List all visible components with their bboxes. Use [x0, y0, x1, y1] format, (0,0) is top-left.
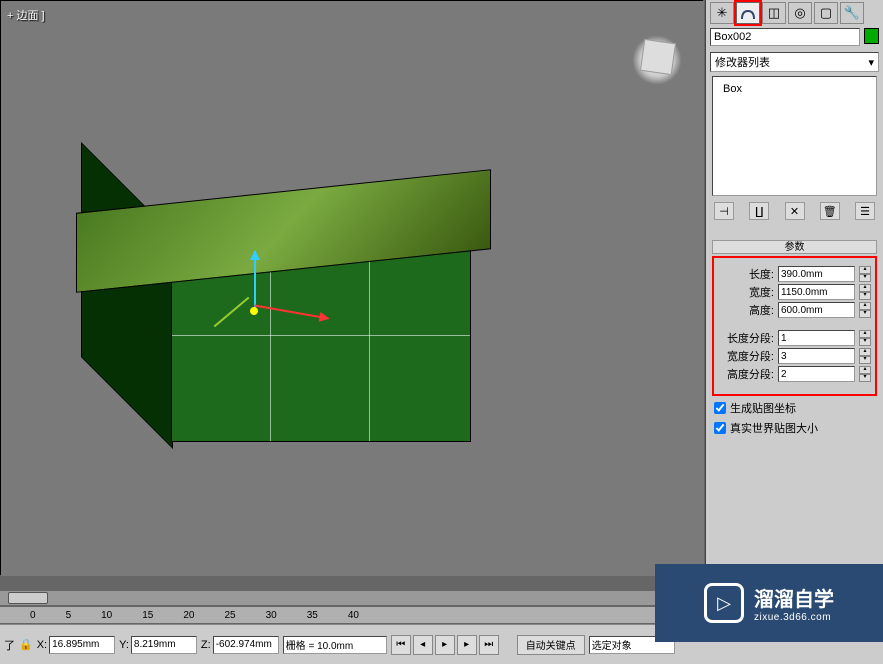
grid-display: 栅格 = 10.0mm	[283, 636, 387, 654]
viewport[interactable]: + 边面 ]	[0, 0, 703, 575]
modifier-stack-item[interactable]: Box	[717, 81, 872, 97]
tick-25: 25	[225, 610, 236, 621]
remove-modifier-button[interactable]: 🗑	[820, 202, 840, 220]
hsegs-spinner[interactable]: ▴▾	[859, 366, 871, 382]
display-tab[interactable]: ▢	[814, 2, 838, 24]
viewport-label[interactable]: + 边面 ]	[7, 7, 45, 23]
motion-tab[interactable]: ◎	[788, 2, 812, 24]
hsegs-input[interactable]: 2	[778, 366, 855, 382]
lock-icon[interactable]: 🔒	[19, 638, 33, 651]
viewcube[interactable]	[628, 31, 686, 89]
width-label: 宽度:	[718, 284, 774, 300]
pin-stack-button[interactable]: ⊣	[714, 202, 734, 220]
gen-uv-checkbox[interactable]	[714, 402, 726, 414]
hierarchy-tab[interactable]: ◫	[762, 2, 786, 24]
length-label: 长度:	[718, 266, 774, 282]
modifier-stack-tools: ⊣ ∐ ✕ 🗑 ☰	[706, 198, 883, 224]
real-world-checkbox[interactable]	[714, 422, 726, 434]
autokey-button[interactable]: 自动关键点	[517, 635, 585, 655]
width-input[interactable]: 1150.0mm	[778, 284, 855, 300]
command-panel-tabs: ✳ ◫ ◎ ▢ 🔧	[706, 0, 883, 26]
height-input[interactable]: 600.0mm	[778, 302, 855, 318]
lsegs-label: 长度分段:	[718, 330, 774, 346]
params-rollout-title[interactable]: 参数	[712, 240, 877, 254]
tick-5: 5	[66, 610, 72, 621]
gizmo-z-axis[interactable]	[254, 251, 256, 311]
x-label: X:	[37, 639, 47, 651]
play-button[interactable]: ▸	[435, 635, 455, 655]
tick-20: 20	[183, 610, 194, 621]
gizmo-origin[interactable]	[250, 307, 258, 315]
tick-15: 15	[142, 610, 153, 621]
modify-icon	[740, 5, 756, 21]
wsegs-label: 宽度分段:	[718, 348, 774, 364]
real-world-label: 真实世界贴图大小	[730, 420, 818, 436]
prev-frame-button[interactable]: ◂	[413, 635, 433, 655]
z-coord-input[interactable]: -602.974mm	[213, 636, 279, 654]
height-label: 高度:	[718, 302, 774, 318]
length-input[interactable]: 390.0mm	[778, 266, 855, 282]
create-tab[interactable]: ✳	[710, 2, 734, 24]
configure-sets-button[interactable]: ☰	[855, 202, 875, 220]
tick-30: 30	[266, 610, 277, 621]
width-spinner[interactable]: ▴▾	[859, 284, 871, 300]
modify-tab[interactable]	[736, 2, 760, 24]
object-name-input[interactable]	[710, 28, 860, 46]
modifier-dropdown-label: 修改器列表	[715, 54, 770, 70]
watermark-logo-icon: ▷	[704, 583, 744, 623]
prompt-label: 了	[4, 637, 15, 653]
trackbar[interactable]: 0 5 10 15 20 25 30 35 40	[0, 607, 703, 623]
wsegs-spinner[interactable]: ▴▾	[859, 348, 871, 364]
timeline-slider[interactable]	[0, 590, 703, 606]
time-slider-thumb[interactable]	[8, 592, 48, 604]
goto-end-button[interactable]: ⏭	[479, 635, 499, 655]
next-frame-button[interactable]: ▸	[457, 635, 477, 655]
watermark-title: 溜溜自学	[754, 583, 834, 612]
y-coord-input[interactable]: 8.219mm	[131, 636, 197, 654]
lsegs-spinner[interactable]: ▴▾	[859, 330, 871, 346]
y-label: Y:	[119, 639, 129, 651]
tick-40: 40	[348, 610, 359, 621]
hsegs-label: 高度分段:	[718, 366, 774, 382]
modifier-stack[interactable]: Box	[712, 76, 877, 196]
height-spinner[interactable]: ▴▾	[859, 302, 871, 318]
wsegs-input[interactable]: 3	[778, 348, 855, 364]
lsegs-input[interactable]: 1	[778, 330, 855, 346]
viewport-inner[interactable]: + 边面 ]	[1, 1, 704, 576]
box-side-face	[81, 142, 173, 449]
tick-10: 10	[101, 610, 112, 621]
watermark-url: zixue.3d66.com	[754, 612, 834, 623]
chevron-down-icon: ▾	[868, 56, 874, 69]
parameters-rollout: 长度: 390.0mm ▴▾ 宽度: 1150.0mm ▴▾ 高度: 600.0…	[712, 256, 877, 396]
object-color-swatch[interactable]	[864, 28, 879, 44]
tick-0: 0	[30, 610, 36, 621]
modifier-list-dropdown[interactable]: 修改器列表 ▾	[710, 52, 879, 72]
make-unique-button[interactable]: ✕	[785, 202, 805, 220]
utilities-tab[interactable]: 🔧	[840, 2, 864, 24]
show-end-result-button[interactable]: ∐	[749, 202, 769, 220]
watermark-overlay: ▷ 溜溜自学 zixue.3d66.com	[655, 564, 883, 642]
playback-controls: ⏮ ◂ ▸ ▸ ⏭	[391, 635, 499, 655]
gen-uv-label: 生成贴图坐标	[730, 400, 796, 416]
goto-start-button[interactable]: ⏮	[391, 635, 411, 655]
x-coord-input[interactable]: 16.895mm	[49, 636, 115, 654]
length-spinner[interactable]: ▴▾	[859, 266, 871, 282]
tick-35: 35	[307, 610, 318, 621]
z-label: Z:	[201, 639, 211, 651]
